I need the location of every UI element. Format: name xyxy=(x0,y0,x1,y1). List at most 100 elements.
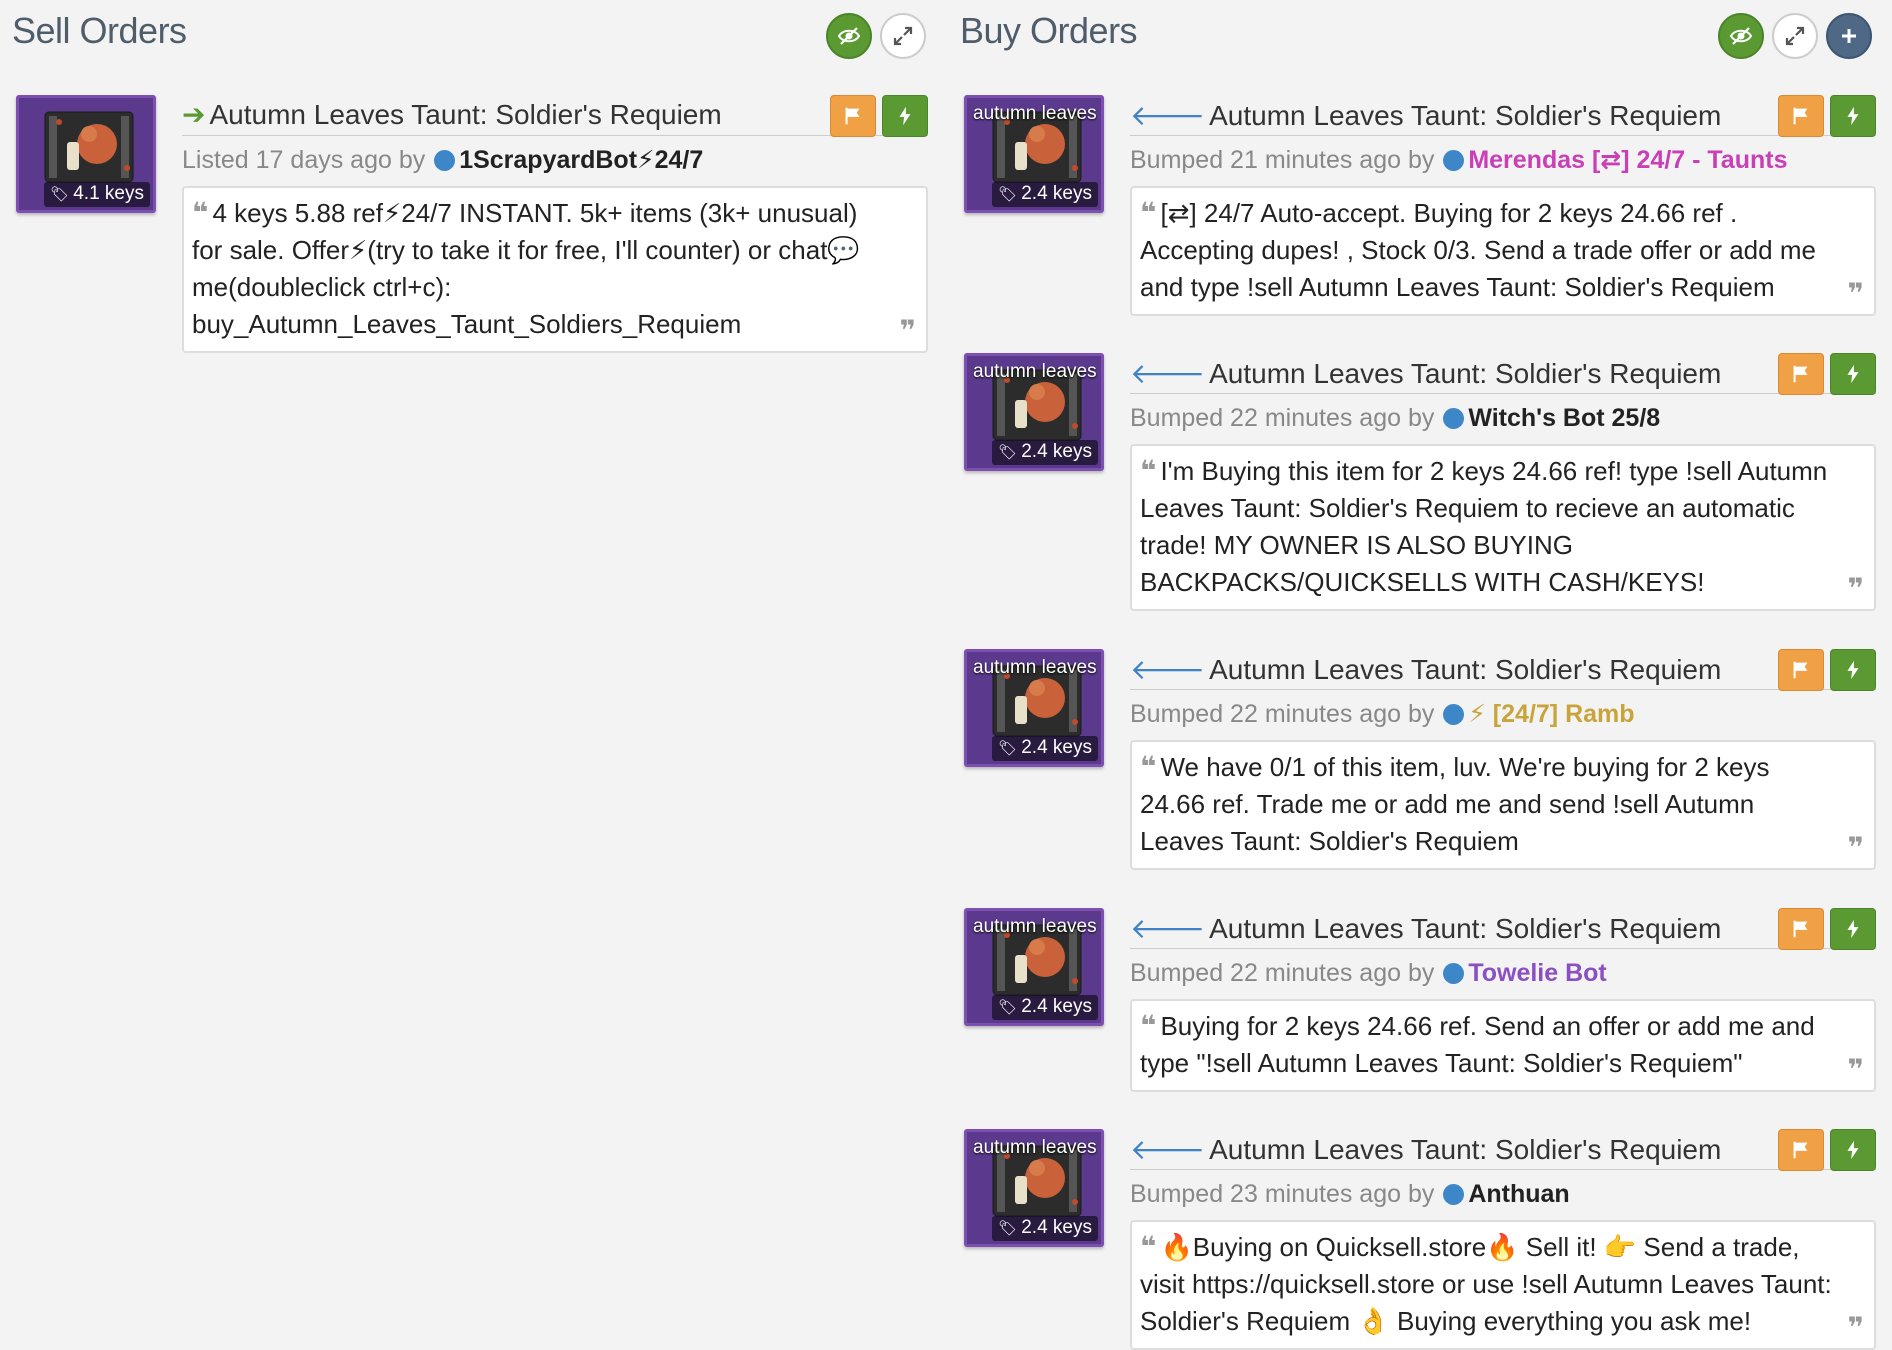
online-status-icon xyxy=(434,150,456,171)
listing-user[interactable]: Anthuan xyxy=(1468,1180,1569,1208)
item-thumbnail[interactable]: autumn leaves 🏷 2.4 keys xyxy=(964,95,1104,213)
lightning-icon xyxy=(899,106,911,126)
price-badge: 🏷 2.4 keys xyxy=(992,1216,1098,1241)
buy-arrow-icon: 🡐 xyxy=(1130,1134,1206,1165)
online-status-icon xyxy=(1443,1184,1465,1205)
listing-title[interactable]: 🡐 Autumn Leaves Taunt: Soldier's Requiem xyxy=(1130,1132,1721,1166)
listing-time: Bumped 21 minutes ago by xyxy=(1130,146,1435,174)
quick-trade-button[interactable] xyxy=(1830,908,1876,950)
eye-slash-icon xyxy=(837,27,861,45)
listing-body: 🡐 Autumn Leaves Taunt: Soldier's Requiem B… xyxy=(1130,908,1876,1092)
report-button[interactable] xyxy=(1778,353,1824,395)
add-listing-button[interactable] xyxy=(1826,13,1872,59)
toggle-visibility-button[interactable] xyxy=(1718,13,1764,59)
item-caption: autumn leaves xyxy=(973,657,1097,678)
quick-trade-button[interactable] xyxy=(1830,649,1876,691)
quote-open-icon: ❝ xyxy=(1140,1231,1157,1262)
listing-user[interactable]: ⚡ [24/7] Ramb xyxy=(1468,700,1634,728)
quote-open-icon: ❝ xyxy=(1140,455,1157,486)
price-text: 4.1 keys xyxy=(73,183,144,204)
listing-meta: Bumped 22 minutes ago by ⚡ [24/7] Ramb xyxy=(1130,696,1876,732)
listing-user[interactable]: 1ScrapyardBot⚡24/7 xyxy=(459,146,703,174)
expand-button[interactable] xyxy=(1772,13,1818,59)
sell-orders-title: Sell Orders xyxy=(12,10,187,51)
listing-body: 🡐 Autumn Leaves Taunt: Soldier's Requiem B… xyxy=(1130,649,1876,870)
expand-icon xyxy=(1785,26,1805,46)
flag-icon xyxy=(1793,1141,1808,1159)
report-button[interactable] xyxy=(1778,908,1824,950)
listing-title[interactable]: 🡐 Autumn Leaves Taunt: Soldier's Requiem xyxy=(1130,652,1721,686)
listing-message-text: Buying for 2 keys 24.66 ref. Send an off… xyxy=(1140,1011,1815,1078)
listing-title-text: Autumn Leaves Taunt: Soldier's Requiem xyxy=(1209,100,1722,131)
item-thumbnail[interactable]: autumn leaves 🏷 2.4 keys xyxy=(964,908,1104,1026)
listing-title[interactable]: 🡐 Autumn Leaves Taunt: Soldier's Requiem xyxy=(1130,98,1721,132)
item-thumbnail[interactable]: autumn leaves 🏷 2.4 keys xyxy=(964,353,1104,471)
buy-orders-header: Buy Orders xyxy=(960,0,1876,80)
flag-icon xyxy=(1793,107,1808,125)
listing-time: Bumped 23 minutes ago by xyxy=(1130,1180,1435,1208)
item-caption: autumn leaves xyxy=(973,103,1097,124)
price-badge: 🏷 2.4 keys xyxy=(992,440,1098,465)
quote-open-icon: ❝ xyxy=(1140,197,1157,228)
listing-message: ❝ 🔥Buying on Quicksell.store🔥 Sell it! 👉 … xyxy=(1130,1220,1876,1350)
listing-title[interactable]: ➔ Autumn Leaves Taunt: Soldier's Requiem xyxy=(182,98,722,131)
price-badge: 🏷 2.4 keys xyxy=(992,995,1098,1020)
price-badge: 🏷 2.4 keys xyxy=(992,182,1098,207)
report-button[interactable] xyxy=(1778,95,1824,137)
report-button[interactable] xyxy=(1778,1129,1824,1171)
buy-orders-title: Buy Orders xyxy=(960,10,1138,51)
quick-trade-button[interactable] xyxy=(1830,1129,1876,1171)
flag-icon xyxy=(1793,661,1808,679)
listing-user[interactable]: Witch's Bot 25/8 xyxy=(1468,404,1660,432)
item-caption: autumn leaves xyxy=(973,1137,1097,1158)
listing-message: ❝ Buying for 2 keys 24.66 ref. Send an of… xyxy=(1130,999,1876,1092)
price-tag-icon: 🏷 xyxy=(998,186,1018,203)
listing-title[interactable]: 🡐 Autumn Leaves Taunt: Soldier's Requiem xyxy=(1130,356,1721,390)
listing-meta: Bumped 21 minutes ago by Merendas [⇄] 24… xyxy=(1130,142,1876,178)
report-button[interactable] xyxy=(830,95,876,137)
listing-title-text: Autumn Leaves Taunt: Soldier's Requiem xyxy=(1209,913,1722,944)
sell-orders-header: Sell Orders xyxy=(12,0,928,80)
quick-trade-button[interactable] xyxy=(1830,353,1876,395)
listing-user[interactable]: Towelie Bot xyxy=(1468,959,1606,987)
listing-title[interactable]: 🡐 Autumn Leaves Taunt: Soldier's Requiem xyxy=(1130,911,1721,945)
price-tag-icon: 🏷 xyxy=(998,999,1018,1016)
report-button[interactable] xyxy=(1778,649,1824,691)
expand-button[interactable] xyxy=(880,13,926,59)
item-thumbnail[interactable]: 🏷 4.1 keys xyxy=(16,95,156,213)
listing-message-text: 🔥Buying on Quicksell.store🔥 Sell it! 👉 S… xyxy=(1140,1232,1832,1336)
lightning-icon xyxy=(1847,364,1859,384)
toggle-visibility-button[interactable] xyxy=(826,13,872,59)
listing-message: ❝ We have 0/1 of this item, luv. We're bu… xyxy=(1130,740,1876,870)
listing-message: ❝ I'm Buying this item for 2 keys 24.66 r… xyxy=(1130,444,1876,611)
quote-open-icon: ❝ xyxy=(1140,751,1157,782)
listing-user[interactable]: Merendas [⇄] 24/7 - Taunts xyxy=(1468,146,1787,174)
listing-message-text: I'm Buying this item for 2 keys 24.66 re… xyxy=(1140,456,1828,597)
listing-title-text: Autumn Leaves Taunt: Soldier's Requiem xyxy=(209,99,722,130)
eye-slash-icon xyxy=(1729,27,1753,45)
price-tag-icon: 🏷 xyxy=(998,444,1018,461)
quick-trade-button[interactable] xyxy=(1830,95,1876,137)
listing-title-text: Autumn Leaves Taunt: Soldier's Requiem xyxy=(1209,654,1722,685)
listing-titlebar: 🡐 Autumn Leaves Taunt: Soldier's Requiem xyxy=(1130,1129,1876,1171)
lightning-icon xyxy=(1847,919,1859,939)
quote-close-icon: ❞ xyxy=(1847,573,1864,604)
flag-icon xyxy=(845,107,860,125)
quote-close-icon: ❞ xyxy=(1847,1312,1864,1343)
item-thumbnail[interactable]: autumn leaves 🏷 2.4 keys xyxy=(964,649,1104,767)
lightning-icon xyxy=(1847,106,1859,126)
listing-meta: Bumped 22 minutes ago by Towelie Bot xyxy=(1130,955,1876,991)
listing-meta: Listed 17 days ago by 1ScrapyardBot⚡24/7 xyxy=(182,142,928,178)
item-thumbnail[interactable]: autumn leaves 🏷 2.4 keys xyxy=(964,1129,1104,1247)
online-status-icon xyxy=(1443,150,1465,171)
price-text: 2.4 keys xyxy=(1021,183,1092,204)
flag-icon xyxy=(1793,920,1808,938)
quick-trade-button[interactable] xyxy=(882,95,928,137)
listing-body: ➔ Autumn Leaves Taunt: Soldier's Requiem L… xyxy=(182,95,928,353)
listing-time: Bumped 22 minutes ago by xyxy=(1130,404,1435,432)
quote-close-icon: ❞ xyxy=(1847,832,1864,863)
quote-close-icon: ❞ xyxy=(1847,278,1864,309)
flag-icon xyxy=(1793,365,1808,383)
listing-titlebar: 🡐 Autumn Leaves Taunt: Soldier's Requiem xyxy=(1130,649,1876,691)
listing-time: Listed 17 days ago by xyxy=(182,146,426,174)
